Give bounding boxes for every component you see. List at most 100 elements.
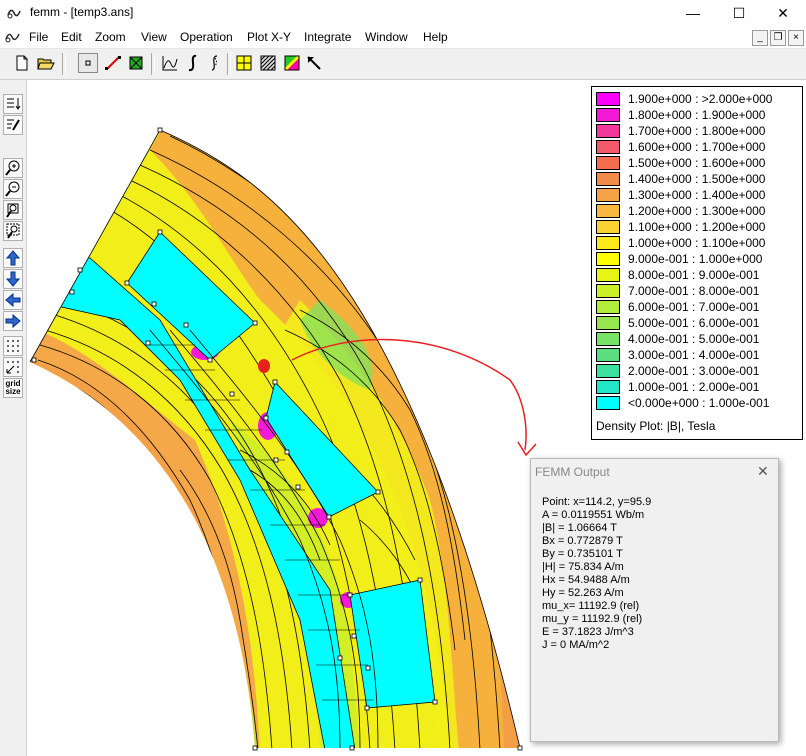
legend-swatch	[596, 124, 620, 138]
output-line: By = 0.735101 T	[542, 548, 623, 560]
legend-label: 1.200e+000 : 1.300e+000	[628, 204, 766, 218]
menu-file[interactable]: File	[29, 30, 48, 44]
menu-bar: File Edit Zoom View Operation Plot X-Y I…	[0, 26, 806, 49]
title-bar: femm - [temp3.ans] — ☐ ✕	[0, 0, 806, 26]
density-legend: 1.900e+000 : >2.000e+000 1.800e+000 : 1.9…	[591, 86, 803, 440]
new-file-icon[interactable]	[12, 53, 32, 73]
legend-swatch	[596, 92, 620, 106]
pointer-icon[interactable]	[304, 53, 324, 73]
pan-up-icon[interactable]	[3, 248, 23, 268]
show-mesh-icon[interactable]	[234, 53, 254, 73]
zoom-out-icon[interactable]	[3, 179, 23, 199]
minimize-button[interactable]: —	[670, 0, 716, 26]
sort-icon[interactable]	[3, 94, 23, 114]
output-line: Hy = 52.263 A/m	[542, 587, 624, 599]
legend-swatch	[596, 140, 620, 154]
legend-label: 1.800e+000 : 1.900e+000	[628, 108, 766, 122]
menu-view[interactable]: View	[141, 30, 167, 44]
femm-output-text: Point: x=114.2, y=95.9 A = 0.0119551 Wb/…	[537, 490, 772, 735]
pan-right-icon[interactable]	[3, 311, 23, 331]
window-title: femm - [temp3.ans]	[30, 5, 134, 19]
toolbar	[0, 49, 806, 80]
grid-size-label: grid size	[5, 379, 21, 396]
legend-swatch	[596, 364, 620, 378]
legend-label: 1.400e+000 : 1.500e+000	[628, 172, 766, 186]
snap-grid-icon[interactable]	[3, 357, 23, 377]
legend-label: 1.900e+000 : >2.000e+000	[628, 92, 773, 106]
output-line: Hx = 54.9488 A/m	[542, 574, 630, 586]
pan-left-icon[interactable]	[3, 290, 23, 310]
menu-window[interactable]: Window	[365, 30, 408, 44]
femm-output-title: FEMM Output	[535, 465, 610, 479]
legend-swatch	[596, 300, 620, 314]
output-line: Point: x=114.2, y=95.9	[542, 496, 652, 508]
legend-label: 3.000e-001 : 4.000e-001	[628, 348, 760, 362]
mdi-minimize-button[interactable]: _	[752, 30, 768, 46]
menu-edit[interactable]: Edit	[61, 30, 82, 44]
output-line: J = 0 MA/m^2	[542, 639, 610, 651]
document-icon[interactable]	[5, 30, 21, 44]
legend-label: 1.500e+000 : 1.600e+000	[628, 156, 766, 170]
legend-label: 4.000e-001 : 5.000e-001	[628, 332, 760, 346]
legend-label: 1.000e+000 : 1.100e+000	[628, 236, 766, 250]
output-line: mu_y = 11192.9 (rel)	[542, 613, 643, 625]
legend-swatch	[596, 188, 620, 202]
output-line: |B| = 1.06664 T	[542, 522, 617, 534]
legend-swatch	[596, 268, 620, 282]
pan-down-icon[interactable]	[3, 269, 23, 289]
zoom-natural-icon[interactable]	[3, 200, 23, 220]
legend-label: 2.000e-001 : 3.000e-001	[628, 364, 760, 378]
output-line: |H| = 75.834 A/m	[542, 561, 624, 573]
line-integral-icon[interactable]	[183, 53, 203, 73]
menu-plot-xy[interactable]: Plot X-Y	[247, 30, 291, 44]
menu-integrate[interactable]: Integrate	[304, 30, 351, 44]
femm-app-icon	[7, 9, 21, 19]
density-plot-icon[interactable]	[282, 53, 302, 73]
menu-help[interactable]: Help	[423, 30, 448, 44]
output-line: A = 0.0119551 Wb/m	[542, 509, 645, 521]
legend-label: <0.000e+000 : 1.000e-001	[628, 396, 770, 410]
annotation-dot	[258, 359, 270, 373]
select-segments-icon[interactable]	[103, 53, 123, 73]
output-line: E = 37.1823 J/m^3	[542, 626, 634, 638]
select-nodes-icon[interactable]	[78, 53, 98, 73]
zoom-window-icon[interactable]	[3, 221, 23, 241]
legend-label: 9.000e-001 : 1.000e+000	[628, 252, 763, 266]
femm-output-close-button[interactable]: ✕	[757, 463, 769, 480]
legend-label: 5.000e-001 : 6.000e-001	[628, 316, 760, 330]
mdi-restore-button[interactable]: ❐	[770, 30, 786, 46]
legend-swatch	[596, 252, 620, 266]
zoom-in-icon[interactable]	[3, 158, 23, 178]
legend-swatch	[596, 108, 620, 122]
edit-properties-icon[interactable]	[3, 115, 23, 135]
legend-label: 7.000e-001 : 8.000e-001	[628, 284, 760, 298]
legend-swatch	[596, 204, 620, 218]
legend-swatch	[596, 316, 620, 330]
open-folder-icon[interactable]	[36, 53, 56, 73]
hide-mesh-icon[interactable]	[258, 53, 278, 73]
legend-label: 1.300e+000 : 1.400e+000	[628, 188, 766, 202]
select-blocks-icon[interactable]	[126, 53, 146, 73]
legend-caption: Density Plot: |B|, Tesla	[596, 419, 716, 433]
block-integral-icon[interactable]	[205, 53, 225, 73]
legend-swatch	[596, 156, 620, 170]
side-toolbar: grid size	[0, 80, 27, 756]
legend-label: 8.000e-001 : 9.000e-001	[628, 268, 760, 282]
close-button[interactable]: ✕	[760, 0, 806, 26]
menu-operation[interactable]: Operation	[180, 30, 233, 44]
maximize-button[interactable]: ☐	[716, 0, 762, 26]
legend-swatch	[596, 332, 620, 346]
mdi-close-button[interactable]: ×	[788, 30, 804, 46]
legend-swatch	[596, 236, 620, 250]
legend-swatch	[596, 380, 620, 394]
legend-swatch	[596, 396, 620, 410]
femm-output-window[interactable]: FEMM Output ✕ Point: x=114.2, y=95.9 A =…	[530, 458, 779, 742]
legend-swatch	[596, 220, 620, 234]
legend-swatch	[596, 172, 620, 186]
menu-zoom[interactable]: Zoom	[95, 30, 126, 44]
grid-size-button[interactable]: grid size	[3, 378, 23, 398]
legend-swatch	[596, 348, 620, 362]
plot-xy-icon[interactable]	[160, 53, 180, 73]
show-grid-icon[interactable]	[3, 336, 23, 356]
legend-label: 1.000e-001 : 2.000e-001	[628, 380, 760, 394]
